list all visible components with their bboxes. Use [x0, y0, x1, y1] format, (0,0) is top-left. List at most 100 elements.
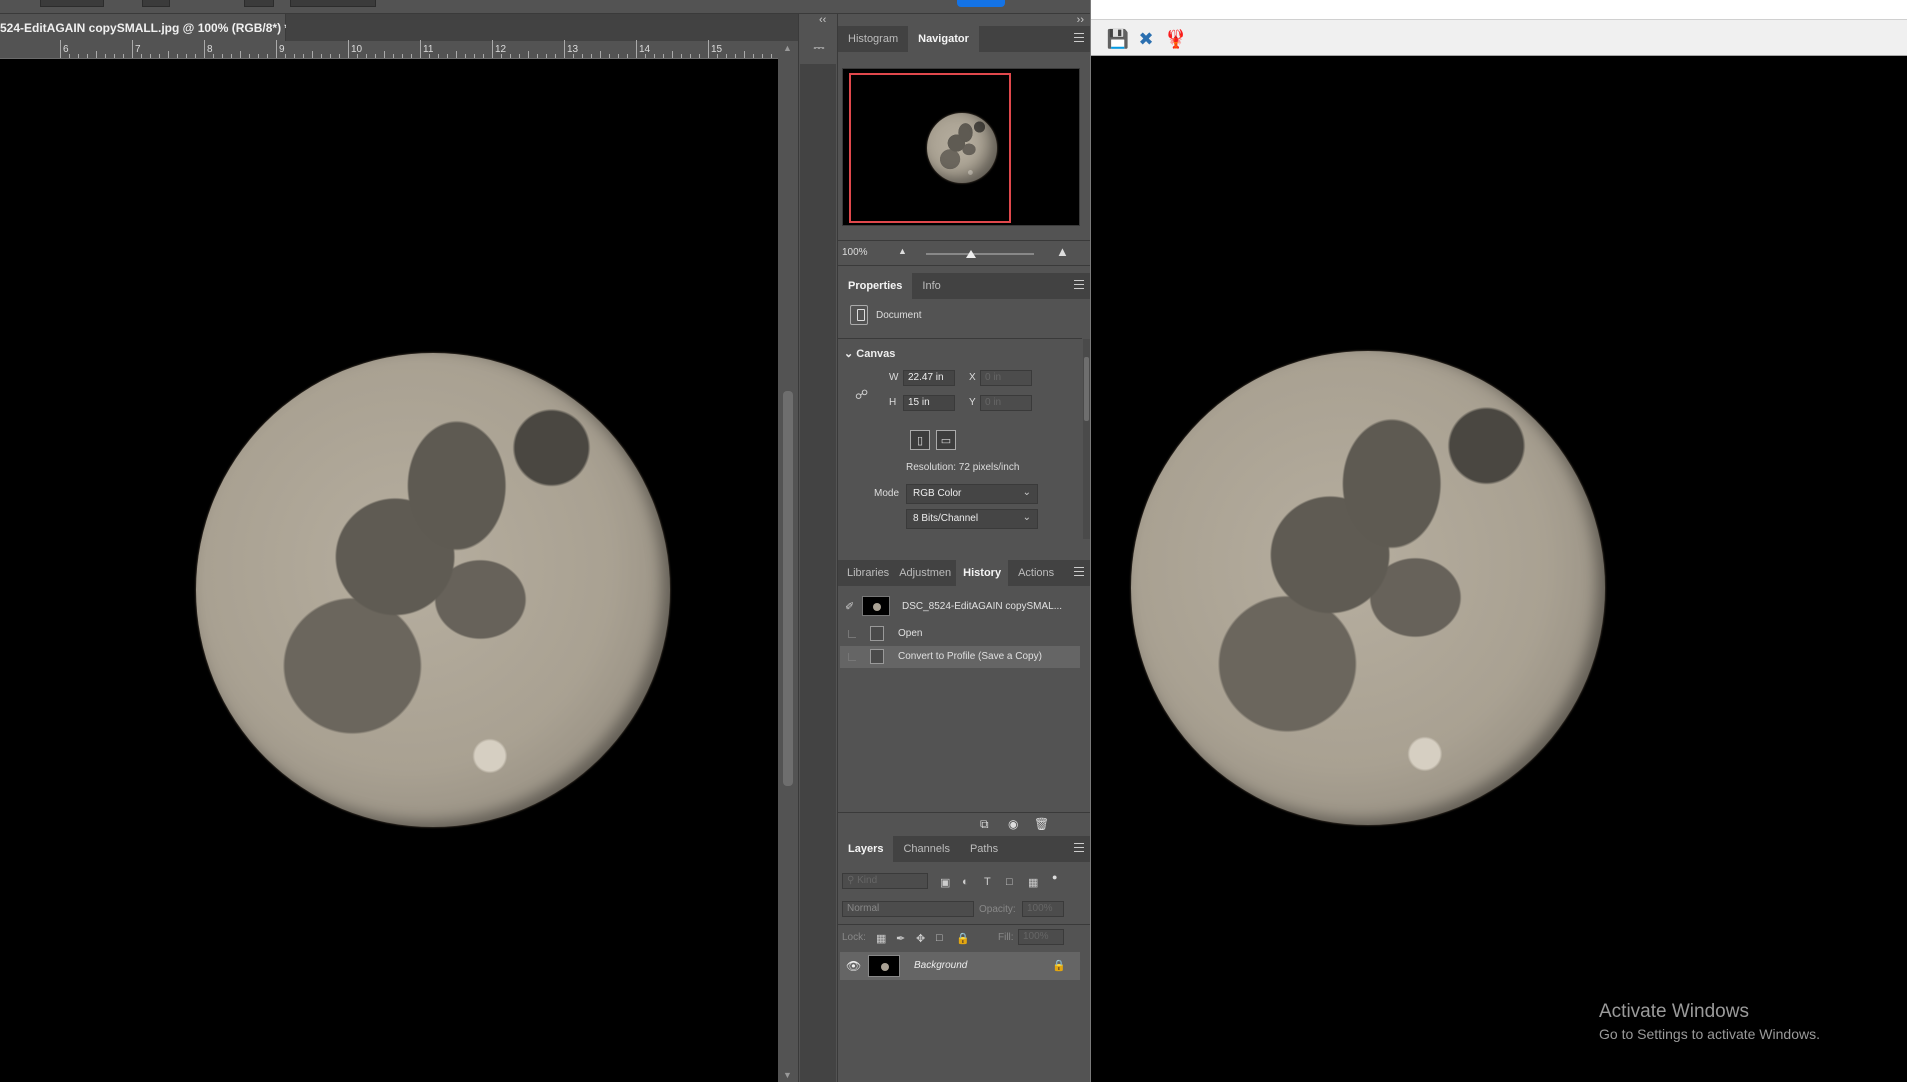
scroll-up-icon[interactable]: ▲ — [783, 43, 792, 53]
eye-icon[interactable]: 👁 — [846, 959, 861, 973]
ruler-minor-tick — [501, 54, 502, 58]
tab-info[interactable]: Info — [912, 273, 950, 299]
layer-kind-filter[interactable]: ⚲ Kind — [842, 873, 928, 889]
camera-icon[interactable]: ◉ — [1008, 817, 1018, 831]
ruler-minor-tick — [303, 54, 304, 58]
lock-row: Lock: ▦ ✒ ✥ □ 🔒 Fill: 100% — [838, 924, 1090, 948]
expand-panels-icon[interactable]: ›› — [1077, 14, 1084, 26]
lock-position-icon[interactable]: ✥ — [916, 932, 925, 945]
collapsed-panel-strip: ‹‹ ⎓ — [798, 14, 838, 1082]
viewer-image: Activate Windows Go to Settings to activ… — [1091, 57, 1907, 1082]
properties-scrollbar[interactable] — [1083, 339, 1090, 539]
options-field[interactable] — [290, 0, 376, 7]
tab-properties[interactable]: Properties — [838, 273, 913, 299]
tab-paths[interactable]: Paths — [960, 836, 1008, 862]
canvas-heading[interactable]: ⌄ Canvas — [844, 347, 895, 360]
document-canvas[interactable] — [0, 59, 778, 1082]
ruler-minor-tick — [447, 54, 448, 58]
options-field[interactable] — [142, 0, 170, 7]
history-brush-icon[interactable]: ✐ — [845, 600, 854, 613]
tab-layers[interactable]: Layers — [838, 836, 894, 862]
zoom-value[interactable]: 100% — [842, 247, 868, 258]
shape-layer-filter-icon[interactable]: □ — [1006, 876, 1013, 888]
panel-menu-icon[interactable] — [1074, 33, 1084, 43]
tab-channels[interactable]: Channels — [893, 836, 959, 862]
panel-menu-icon[interactable] — [1074, 280, 1084, 290]
viewer-title-bar — [1091, 0, 1907, 20]
ruler-minor-tick — [681, 54, 682, 58]
ruler-minor-tick — [663, 54, 664, 58]
layer-row[interactable]: 👁 Background 🔒 — [840, 952, 1080, 980]
tab-history[interactable]: History — [956, 560, 1009, 586]
adjustment-layer-filter-icon[interactable]: ◐ — [962, 876, 969, 888]
smart-object-filter-icon[interactable]: ▦ — [1028, 876, 1038, 889]
panel-menu-icon[interactable] — [1074, 843, 1084, 853]
height-field[interactable]: 15 in — [903, 395, 955, 411]
scroll-thumb[interactable] — [1084, 357, 1089, 421]
portrait-orientation-button[interactable]: ▯ — [910, 430, 930, 450]
share-button[interactable] — [957, 0, 1005, 7]
mode-select[interactable]: RGB Color ⌄ — [906, 484, 1038, 504]
lobster-icon[interactable]: 🦞 — [1163, 26, 1189, 52]
bit-depth-select[interactable]: 8 Bits/Channel ⌄ — [906, 509, 1038, 529]
history-state[interactable]: Open — [840, 623, 1080, 645]
collapse-panels-icon[interactable]: ‹‹ — [819, 14, 826, 26]
lock-all-icon[interactable]: 🔒 — [956, 932, 970, 945]
tab-actions[interactable]: Actions — [1008, 560, 1064, 586]
blend-mode-select[interactable]: Normal — [842, 901, 974, 917]
large-mountain-icon[interactable]: ▲ — [1056, 244, 1069, 259]
chain-link-icon[interactable]: ☍ — [855, 387, 868, 403]
history-snapshot[interactable]: ✐ DSC_8524-EditAGAIN copySMAL... — [840, 594, 1080, 620]
navigator-preview[interactable] — [842, 68, 1080, 226]
save-icon[interactable]: 💾 — [1105, 26, 1131, 52]
scroll-down-icon[interactable]: ▼ — [783, 1070, 792, 1080]
ruler-minor-tick — [474, 54, 475, 58]
options-field[interactable] — [244, 0, 274, 7]
fill-field[interactable]: 100% — [1018, 929, 1064, 945]
zoom-slider-knob[interactable] — [966, 250, 977, 258]
clone-source-icon[interactable]: ⎓ — [805, 36, 833, 58]
history-state-selected[interactable]: Convert to Profile (Save a Copy) — [840, 646, 1080, 668]
zoom-slider[interactable] — [926, 253, 1034, 255]
lock-transparent-icon[interactable]: ▦ — [876, 932, 886, 945]
trash-icon[interactable]: 🗑 — [1034, 817, 1049, 831]
new-document-from-state-icon[interactable]: ⧉ — [980, 817, 989, 832]
tab-libraries[interactable]: Libraries — [838, 560, 894, 586]
panel-menu-icon[interactable] — [1074, 567, 1084, 577]
lock-image-icon[interactable]: ✒ — [896, 932, 905, 945]
history-source-checkbox[interactable] — [848, 630, 856, 638]
tab-histogram[interactable]: Histogram — [838, 26, 908, 52]
navigator-view-box[interactable] — [849, 73, 1011, 223]
scroll-thumb[interactable] — [783, 391, 793, 786]
ruler-minor-tick — [537, 54, 538, 58]
ruler-minor-tick — [159, 54, 160, 58]
vertical-scrollbar[interactable]: ▲ ▼ — [778, 41, 798, 1082]
chevron-down-icon: ⌄ — [844, 348, 857, 360]
landscape-orientation-button[interactable]: ▭ — [936, 430, 956, 450]
settings-tools-icon[interactable]: ✖ — [1133, 26, 1159, 52]
x-field[interactable]: 0 in — [980, 370, 1032, 386]
layer-name[interactable]: Background — [914, 960, 967, 971]
history-source-checkbox[interactable] — [848, 653, 856, 661]
ruler-minor-tick — [411, 54, 412, 58]
opacity-field[interactable]: 100% — [1022, 901, 1064, 917]
ruler-minor-tick — [366, 54, 367, 58]
document-tab[interactable]: 524-EditAGAIN copySMALL.jpg @ 100% (RGB/… — [0, 14, 305, 41]
horizontal-ruler: 6 7 8 9 10 11 12 13 14 15 — [0, 40, 778, 59]
filter-toggle-icon[interactable]: ● — [1052, 872, 1057, 882]
y-field[interactable]: 0 in — [980, 395, 1032, 411]
tool-preset-field[interactable] — [40, 0, 104, 7]
document-tab-title: 524-EditAGAIN copySMALL.jpg @ 100% (RGB/… — [0, 20, 290, 35]
tab-navigator[interactable]: Navigator — [908, 26, 979, 52]
activate-windows-watermark: Activate Windows Go to Settings to activ… — [1599, 1001, 1820, 1042]
type-layer-filter-icon[interactable]: T — [984, 876, 991, 888]
small-mountain-icon[interactable]: ▲ — [898, 246, 907, 256]
pixel-layer-filter-icon[interactable]: ▣ — [940, 876, 950, 889]
history-state-icon — [870, 626, 884, 641]
ruler-minor-tick — [69, 54, 70, 58]
lock-artboard-icon[interactable]: □ — [936, 932, 943, 944]
ruler-minor-tick — [168, 51, 169, 58]
width-field[interactable]: 22.47 in — [903, 370, 955, 386]
height-label: H — [889, 397, 897, 408]
tab-adjustments[interactable]: Adjustmen — [894, 560, 956, 586]
